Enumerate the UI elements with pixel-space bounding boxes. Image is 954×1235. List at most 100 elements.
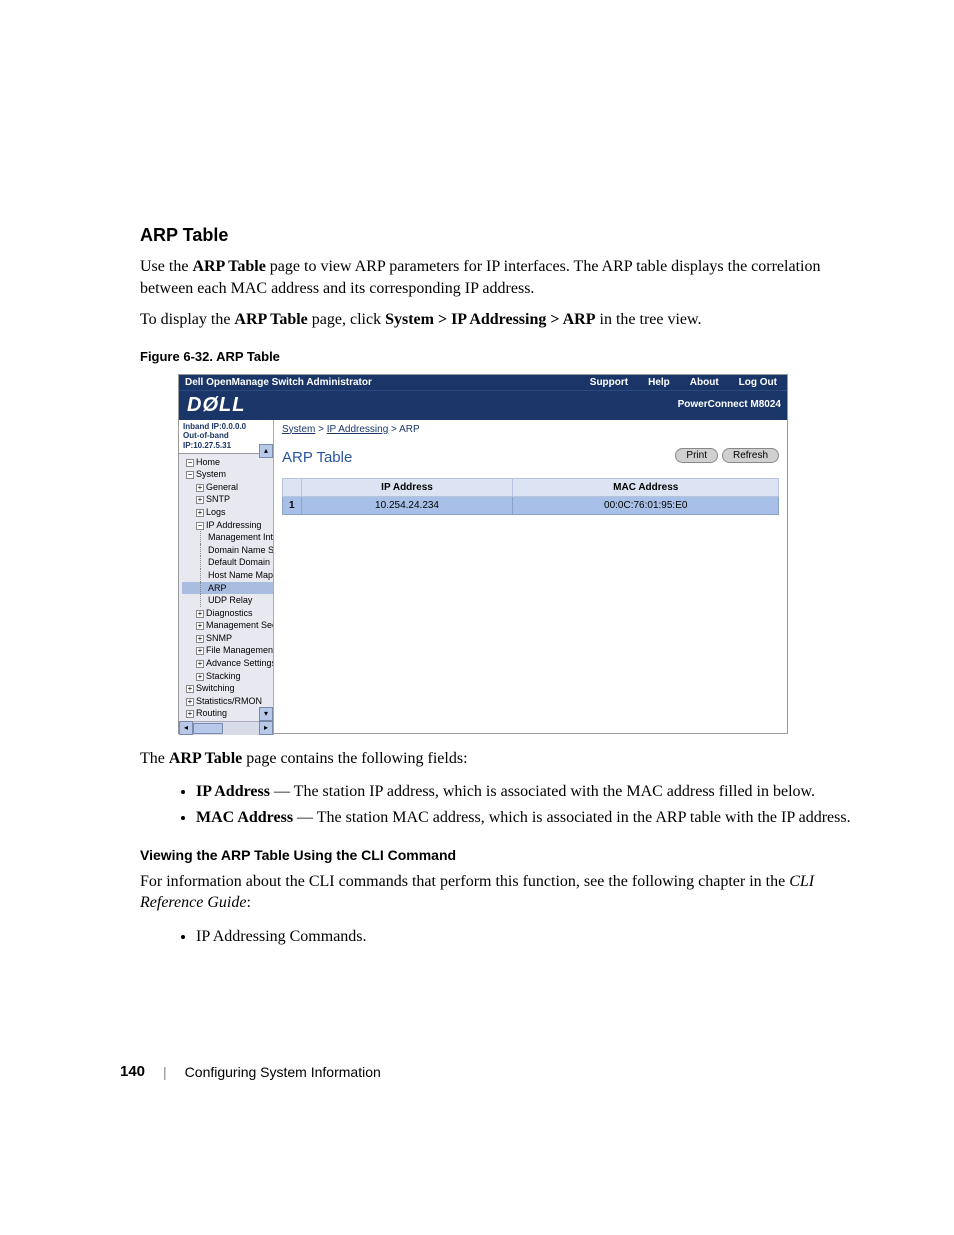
text: The bbox=[140, 750, 169, 767]
figure-caption: Figure 6-32. ARP Table bbox=[140, 349, 854, 364]
text: in the tree view. bbox=[596, 311, 702, 328]
tree-label: IP Addressing bbox=[206, 520, 261, 530]
text: To display the bbox=[140, 311, 234, 328]
tree-stacking[interactable]: +Stacking bbox=[182, 670, 273, 683]
app-screenshot: Dell OpenManage Switch Administrator Sup… bbox=[178, 374, 788, 734]
tree-arp[interactable]: ARP bbox=[182, 582, 273, 595]
expand-icon[interactable]: + bbox=[196, 647, 204, 655]
tree-sntp[interactable]: +SNTP bbox=[182, 493, 273, 506]
text: For information about the CLI commands t… bbox=[140, 873, 789, 890]
scroll-right-icon[interactable]: ▸ bbox=[259, 721, 273, 735]
collapse-icon[interactable]: − bbox=[186, 459, 194, 467]
expand-icon[interactable]: + bbox=[196, 496, 204, 504]
dell-logo: DØLL bbox=[187, 394, 245, 417]
field-list: IP Address — The station IP address, whi… bbox=[196, 779, 854, 830]
tree-mgmt-interface[interactable]: Management Inte bbox=[182, 531, 273, 544]
tree-default-domain[interactable]: Default Domain N bbox=[182, 556, 273, 569]
collapse-icon[interactable]: − bbox=[186, 471, 194, 479]
page-number: 140 bbox=[120, 1063, 145, 1080]
breadcrumb-sep: > bbox=[388, 424, 399, 435]
scroll-left-icon[interactable]: ◂ bbox=[179, 721, 193, 735]
help-link[interactable]: Help bbox=[638, 377, 680, 388]
expand-icon[interactable]: + bbox=[186, 710, 194, 718]
collapse-icon[interactable]: − bbox=[196, 522, 204, 530]
product-name: PowerConnect M8024 bbox=[678, 399, 781, 410]
nav-path: System > IP Addressing > ARP bbox=[385, 311, 595, 328]
breadcrumb-ip-addressing[interactable]: IP Addressing bbox=[327, 424, 389, 435]
expand-icon[interactable]: + bbox=[186, 685, 194, 693]
tree-label: Statistics/RMON bbox=[196, 696, 262, 706]
col-header-index bbox=[283, 478, 302, 496]
tree-label: File Management bbox=[206, 645, 273, 655]
term: ARP Table bbox=[192, 258, 265, 275]
support-link[interactable]: Support bbox=[580, 377, 638, 388]
list-item: IP Address — The station IP address, whi… bbox=[196, 779, 854, 805]
scroll-up-icon[interactable]: ▴ bbox=[259, 444, 273, 458]
page-footer: 140 | Configuring System Information bbox=[120, 1063, 381, 1080]
chapter-title: Configuring System Information bbox=[185, 1064, 381, 1080]
field-name: MAC Address bbox=[196, 809, 293, 826]
tree-system[interactable]: −System bbox=[182, 468, 273, 481]
field-desc: — The station IP address, which is assoc… bbox=[270, 783, 815, 800]
print-button[interactable]: Print bbox=[675, 448, 718, 463]
tree-logs[interactable]: +Logs bbox=[182, 506, 273, 519]
term: ARP Table bbox=[234, 311, 307, 328]
tree-file-mgmt[interactable]: +File Management bbox=[182, 644, 273, 657]
tree-dns[interactable]: Domain Name S bbox=[182, 544, 273, 557]
logout-link[interactable]: Log Out bbox=[729, 377, 787, 388]
expand-icon[interactable]: + bbox=[196, 509, 204, 517]
tree-label: Stacking bbox=[206, 671, 241, 681]
intro-paragraph-2: To display the ARP Table page, click Sys… bbox=[140, 309, 854, 331]
tree-label: Advance Settings bbox=[206, 658, 273, 668]
expand-icon[interactable]: + bbox=[196, 673, 204, 681]
tree-adv-settings[interactable]: +Advance Settings bbox=[182, 657, 273, 670]
text: page contains the following fields: bbox=[242, 750, 467, 767]
refresh-button[interactable]: Refresh bbox=[722, 448, 779, 463]
scrollbar-thumb[interactable] bbox=[193, 723, 223, 734]
term: ARP Table bbox=[169, 750, 242, 767]
title-bar: Dell OpenManage Switch Administrator Sup… bbox=[179, 375, 787, 390]
tree-label: SNMP bbox=[206, 633, 232, 643]
tree-host-mapping[interactable]: Host Name Mapp bbox=[182, 569, 273, 582]
expand-icon[interactable]: + bbox=[196, 660, 204, 668]
tree-ip-addressing[interactable]: −IP Addressing bbox=[182, 519, 273, 532]
field-name: IP Address bbox=[196, 783, 270, 800]
text: Use the bbox=[140, 258, 192, 275]
tree-mgmt-security[interactable]: +Management Securi bbox=[182, 619, 273, 632]
cli-list: IP Addressing Commands. bbox=[196, 924, 854, 950]
nav-tree: −Home −System +General +SNTP +Logs −IP A… bbox=[179, 454, 273, 733]
tree-label: Switching bbox=[196, 683, 235, 693]
tree-general[interactable]: +General bbox=[182, 481, 273, 494]
content-panel: System > IP Addressing > ARP ARP Table P… bbox=[274, 420, 787, 735]
col-header-mac: MAC Address bbox=[513, 478, 779, 496]
cli-paragraph: For information about the CLI commands t… bbox=[140, 871, 854, 914]
expand-icon[interactable]: + bbox=[186, 698, 194, 706]
tree-snmp[interactable]: +SNMP bbox=[182, 632, 273, 645]
expand-icon[interactable]: + bbox=[196, 622, 204, 630]
oob-ip: Out-of-band IP:10.27.5.31 bbox=[183, 431, 269, 450]
expand-icon[interactable]: + bbox=[196, 610, 204, 618]
text: page, click bbox=[308, 311, 385, 328]
breadcrumb-sep: > bbox=[315, 424, 326, 435]
expand-icon[interactable]: + bbox=[196, 484, 204, 492]
scroll-down-icon[interactable]: ▾ bbox=[259, 707, 273, 721]
text: : bbox=[246, 894, 250, 911]
list-item: IP Addressing Commands. bbox=[196, 924, 854, 950]
table-row: 1 10.254.24.234 00:0C:76:01:95:E0 bbox=[283, 496, 779, 514]
nav-sidebar: Inband IP:0.0.0.0 Out-of-band IP:10.27.5… bbox=[179, 420, 274, 735]
tree-udp-relay[interactable]: UDP Relay bbox=[182, 594, 273, 607]
tree-label: Logs bbox=[206, 507, 226, 517]
cli-subheading: Viewing the ARP Table Using the CLI Comm… bbox=[140, 847, 854, 863]
list-item: MAC Address — The station MAC address, w… bbox=[196, 805, 854, 831]
fields-intro: The ARP Table page contains the followin… bbox=[140, 748, 854, 770]
section-heading: ARP Table bbox=[140, 225, 854, 246]
expand-icon[interactable]: + bbox=[196, 635, 204, 643]
tree-statistics[interactable]: +Statistics/RMON bbox=[182, 695, 273, 708]
col-header-ip: IP Address bbox=[301, 478, 513, 496]
tree-label: Management Securi bbox=[206, 620, 273, 630]
tree-switching[interactable]: +Switching bbox=[182, 682, 273, 695]
app-title: Dell OpenManage Switch Administrator bbox=[179, 377, 580, 388]
about-link[interactable]: About bbox=[680, 377, 729, 388]
breadcrumb-system[interactable]: System bbox=[282, 424, 315, 435]
tree-diagnostics[interactable]: +Diagnostics bbox=[182, 607, 273, 620]
